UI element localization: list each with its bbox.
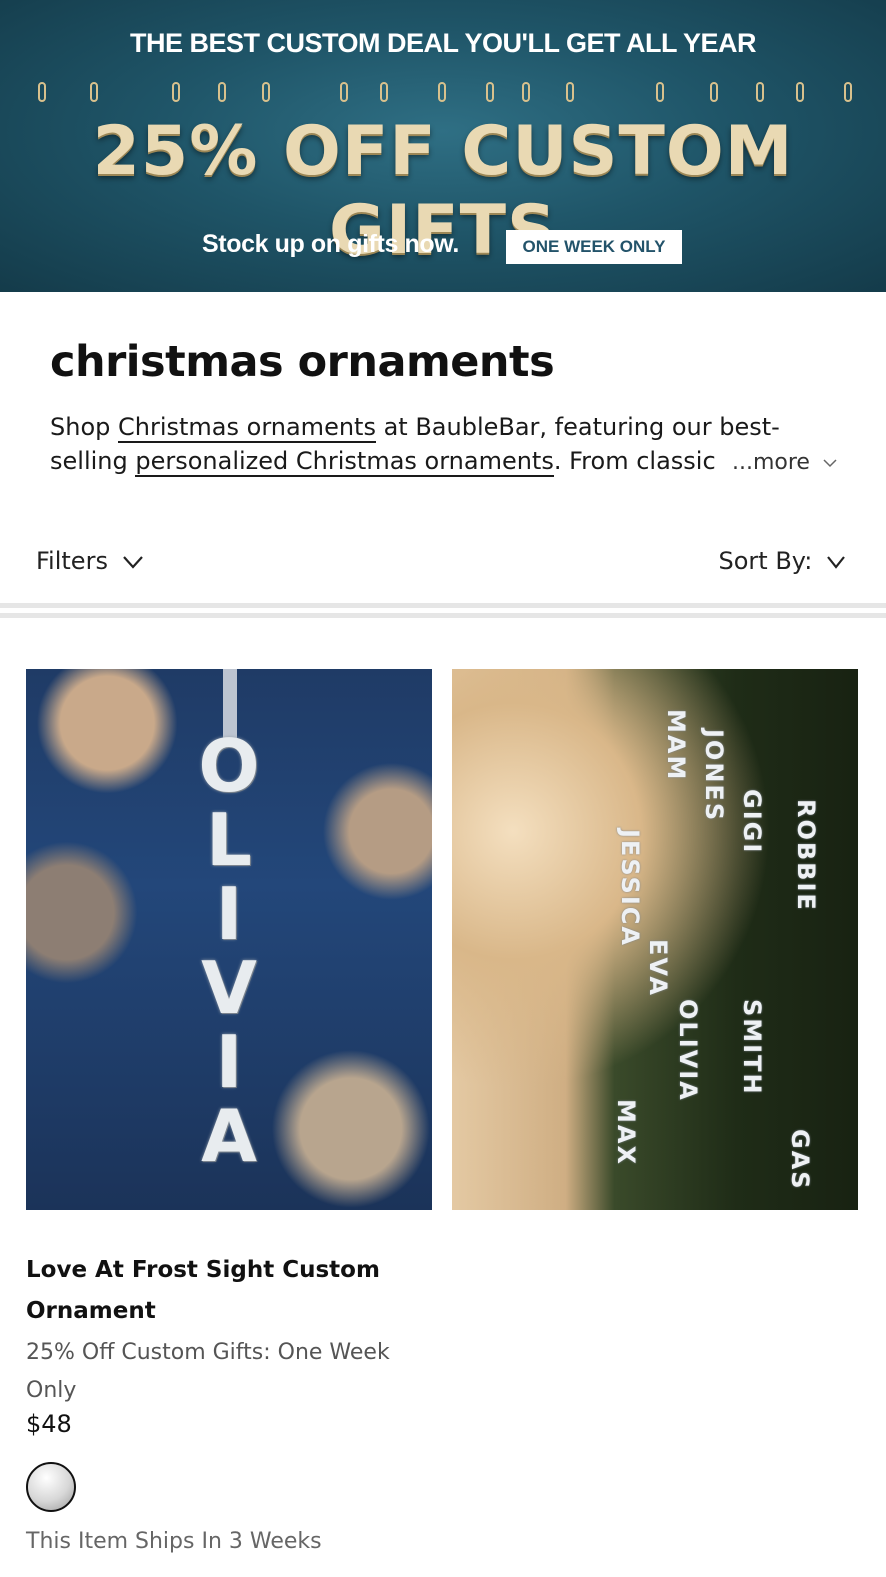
product-price: $48 bbox=[26, 1410, 72, 1438]
sort-button[interactable]: Sort By: bbox=[719, 547, 846, 575]
chevron-down-icon bbox=[823, 459, 837, 468]
category-description: Shop Christmas ornaments at BaubleBar, f… bbox=[50, 410, 850, 478]
banner-kicker: THE BEST CUSTOM DEAL YOU'LL GET ALL YEAR bbox=[130, 28, 757, 58]
ornament-letter: I bbox=[215, 872, 243, 956]
tree-ornament-tag: MAX bbox=[612, 1099, 640, 1166]
tree-ornament-tag: JONES bbox=[700, 729, 728, 823]
filters-label: Filters bbox=[36, 547, 108, 575]
tree-ornament-tag: ROBBIE bbox=[792, 799, 820, 912]
intro-text-suffix: . From classic bbox=[553, 447, 716, 475]
tree-ornament-tag: OLIVIA bbox=[674, 999, 702, 1102]
product-promo: 25% Off Custom Gifts: One Week Only bbox=[26, 1340, 390, 1403]
ornament-letter: L bbox=[206, 798, 252, 882]
tree-ornament-tag: JESSICA bbox=[616, 829, 644, 947]
tree-ornament-tag: MAM bbox=[662, 709, 690, 782]
divider bbox=[0, 613, 886, 618]
christmas-ornaments-link[interactable]: Christmas ornaments bbox=[118, 413, 376, 443]
sort-label: Sort By: bbox=[718, 547, 813, 575]
promo-banner[interactable]: THE BEST CUSTOM DEAL YOU'LL GET ALL YEAR… bbox=[0, 0, 886, 292]
read-more-toggle[interactable]: ...more bbox=[732, 450, 837, 475]
shipping-note: This Item Ships In 3 Weeks bbox=[26, 1529, 322, 1554]
ornament-letter: O bbox=[198, 724, 260, 808]
page-title: christmas ornaments bbox=[50, 337, 555, 387]
intro-text-prefix: Shop bbox=[50, 413, 118, 441]
color-swatch-silver[interactable] bbox=[26, 1462, 76, 1512]
product-name[interactable]: Love At Frost Sight Custom Ornament bbox=[26, 1250, 406, 1332]
chevron-down-icon bbox=[122, 556, 143, 569]
tree-ornament-tag: SMITH bbox=[738, 999, 766, 1096]
ornament-letter: I bbox=[215, 1020, 243, 1104]
filters-button[interactable]: Filters bbox=[36, 547, 144, 575]
tree-ornament-tag: EVA bbox=[644, 939, 672, 997]
chevron-down-icon bbox=[827, 556, 845, 569]
banner-subtext: Stock up on gifts now. bbox=[202, 230, 459, 258]
ornament-letter: A bbox=[201, 1094, 257, 1178]
ornament-letters: O L I V I A bbox=[26, 729, 432, 1173]
product-image-primary[interactable]: O L I V I A bbox=[26, 669, 432, 1210]
read-more-label: ...more bbox=[732, 450, 810, 475]
product-image-secondary[interactable]: MAM JONES GIGI ROBBIE JESSICA EVA OLIVIA… bbox=[452, 669, 858, 1210]
divider bbox=[0, 603, 886, 608]
tree-ornament-tag: GAS bbox=[786, 1129, 814, 1191]
personalized-ornaments-link[interactable]: personalized Christmas ornaments bbox=[135, 447, 554, 477]
ornament-letter: V bbox=[201, 946, 257, 1030]
tree-ornament-tag: GIGI bbox=[738, 789, 766, 855]
banner-badge: ONE WEEK ONLY bbox=[506, 230, 682, 264]
